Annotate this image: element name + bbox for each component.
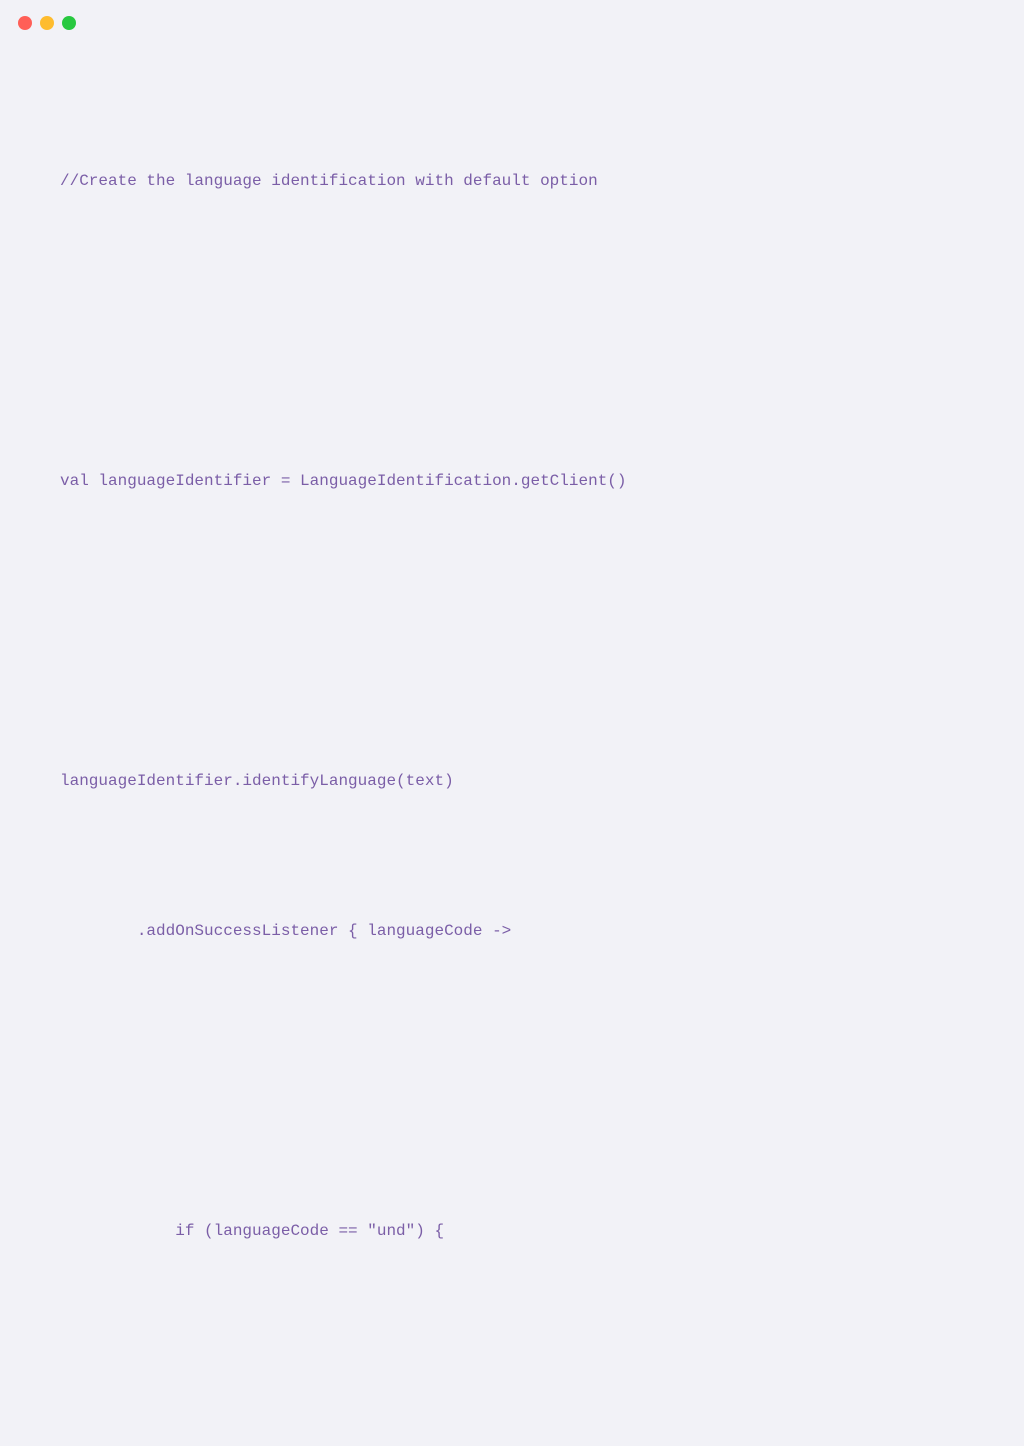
code-line-1: //Create the language identification wit… bbox=[60, 156, 1024, 206]
minimize-button[interactable] bbox=[40, 16, 54, 30]
code-line-blank-2 bbox=[60, 606, 1024, 656]
code-line-blank-1 bbox=[60, 306, 1024, 356]
close-button[interactable] bbox=[18, 16, 32, 30]
code-line-blank-3 bbox=[60, 1056, 1024, 1106]
code-line-2: val languageIdentifier = LanguageIdentif… bbox=[60, 456, 1024, 506]
code-line-3: languageIdentifier.identifyLanguage(text… bbox=[60, 756, 1024, 806]
code-editor: //Create the language identification wit… bbox=[0, 46, 1024, 1446]
title-bar bbox=[0, 0, 1024, 46]
code-line-blank-4 bbox=[60, 1356, 1024, 1406]
maximize-button[interactable] bbox=[62, 16, 76, 30]
code-line-4: .addOnSuccessListener { languageCode -> bbox=[60, 906, 1024, 956]
code-line-5: if (languageCode == "und") { bbox=[60, 1206, 1024, 1256]
app-window: //Create the language identification wit… bbox=[0, 0, 1024, 723]
